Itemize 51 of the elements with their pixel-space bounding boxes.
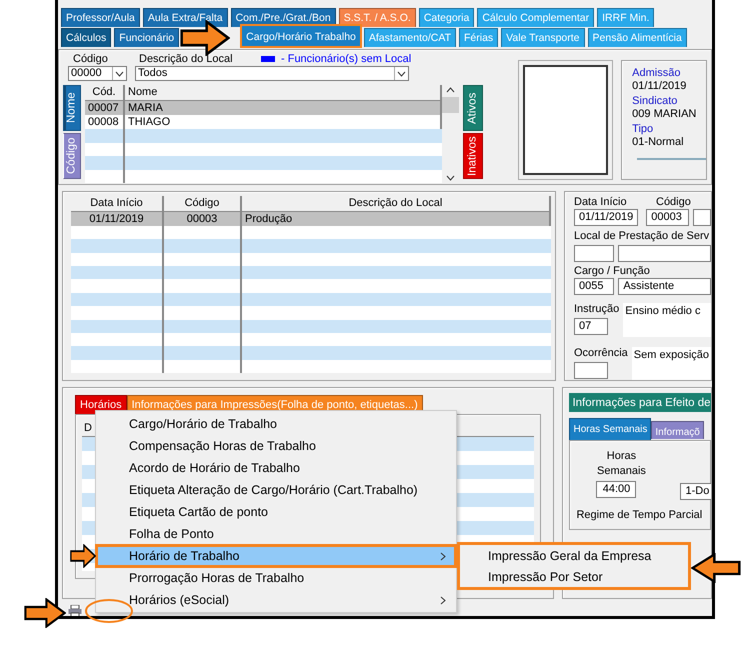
table-cell: 00007 — [85, 101, 125, 115]
local-dropdown[interactable]: Todos — [135, 66, 409, 81]
code-dropdown[interactable]: 00000 — [68, 66, 127, 81]
sort-tab[interactable]: Código — [63, 133, 81, 179]
field-value: 009 MARIAN — [632, 108, 698, 121]
menu-item[interactable]: Impressão Por Setor — [460, 567, 688, 588]
field-label: Código — [656, 196, 691, 209]
field-label: Admissão — [632, 67, 682, 80]
field-value: 01/11/2019 — [632, 80, 688, 93]
field-label: Horas Semanais — [596, 449, 647, 479]
menu-item[interactable]: Acordo de Horário de Trabalho — [96, 457, 456, 479]
menu-item[interactable]: Folha de Ponto — [96, 523, 456, 545]
tab[interactable]: Informaçõ — [651, 421, 704, 439]
status-tab[interactable]: Inativos — [463, 133, 483, 179]
field-label: Cargo / Função — [574, 265, 650, 278]
input-field[interactable]: 0055 — [574, 278, 614, 295]
tab[interactable]: Funcionário — [114, 28, 180, 47]
field-label: Sindicato — [632, 95, 678, 108]
menu-item[interactable]: Horário de Trabalho — [96, 545, 456, 567]
status-tab[interactable]: Ativos — [463, 85, 483, 131]
tab[interactable]: Cálculos — [61, 28, 112, 47]
field-label: Descrição do Local — [139, 53, 234, 66]
sort-tab[interactable]: Nome — [63, 85, 81, 131]
menu-item[interactable]: Impressão Geral da Empresa — [460, 546, 688, 567]
menu-item[interactable]: Horários (eSocial) — [96, 589, 456, 611]
tab[interactable]: Professor/Aula — [61, 8, 140, 27]
menu-item[interactable]: Compensação Horas de Trabalho — [96, 435, 456, 457]
hours-field[interactable]: 44:00 — [596, 481, 636, 498]
menu-item[interactable]: Prorrogação Horas de Trabalho — [96, 567, 456, 589]
info-button[interactable]: Informações para Efeito de — [569, 393, 711, 412]
tab[interactable]: Aula Extra/Falta — [142, 8, 228, 27]
field-value: Sem exposição — [632, 347, 711, 380]
input-field[interactable]: 07 — [574, 318, 608, 335]
date-field[interactable]: 01/11/2019 — [574, 209, 638, 226]
field-value: 01-Normal — [632, 136, 685, 149]
field-label: Regime de Tempo Parcial — [576, 509, 702, 522]
field-label: Local de Prestação de Serv — [574, 230, 710, 243]
menu-item[interactable]: Etiqueta Alteração de Cargo/Horário (Cart.Trabalho) — [96, 479, 456, 501]
code-field[interactable]: 00003 — [646, 209, 689, 226]
field-label: Código — [73, 53, 109, 66]
legend-text: - Funcionário(s) sem Local — [281, 53, 412, 66]
field-label: Ocorrência — [574, 347, 628, 360]
field-label: Instrução — [574, 303, 620, 316]
input-field[interactable]: Assistente — [618, 278, 711, 295]
tab[interactable]: Cargo/Horário Trabalho — [241, 25, 361, 47]
field-label: Data Início — [574, 196, 628, 209]
field-label: Tipo — [632, 123, 654, 136]
menu-item[interactable]: Etiqueta Cartão de ponto — [96, 501, 456, 523]
tab[interactable]: Horas Semanais — [569, 418, 652, 440]
input-field[interactable]: 1-Do — [680, 483, 711, 500]
field-value: Ensino médio c — [623, 303, 711, 337]
